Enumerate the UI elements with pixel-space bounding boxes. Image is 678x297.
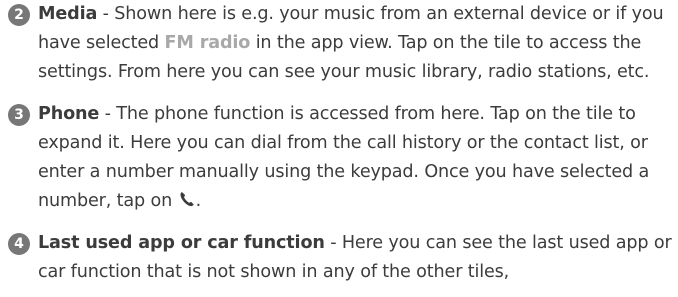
phone-icon [178, 189, 196, 207]
item-text: - The phone function is accessed from he… [38, 104, 650, 211]
item-title: Media [38, 4, 98, 24]
step-number-badge: 3 [8, 103, 30, 126]
item-title: Last used app or car function [38, 233, 325, 253]
item-text-end: . [195, 191, 202, 211]
fm-radio-highlight: FM radio [164, 33, 251, 53]
item-title: Phone [38, 104, 100, 124]
instruction-list: 2 Media - Shown here is e.g. your music … [0, 0, 678, 287]
list-item-media: 2 Media - Shown here is e.g. your music … [0, 0, 678, 87]
step-number-badge: 2 [8, 3, 30, 26]
list-item-last-used: 4 Last used app or car function - Here y… [0, 229, 678, 287]
step-number-badge: 4 [8, 232, 30, 255]
list-item-phone: 3 Phone - The phone function is accessed… [0, 100, 678, 216]
